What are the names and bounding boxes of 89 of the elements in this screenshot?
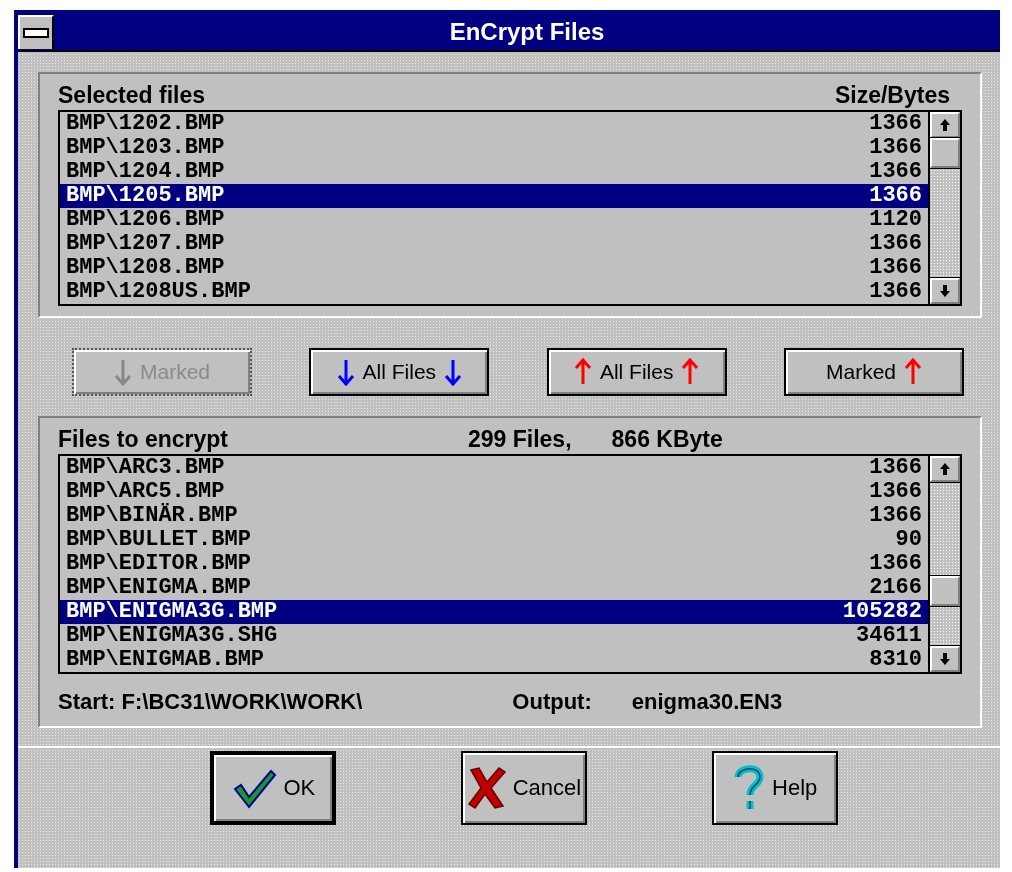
- file-name: BMP\1208.BMP: [66, 256, 225, 280]
- file-size: 1366: [869, 232, 922, 256]
- cancel-button[interactable]: Cancel: [461, 751, 587, 825]
- file-name: BMP\1208US.BMP: [66, 280, 251, 304]
- up-arrow-icon: [904, 358, 922, 386]
- file-size: 34611: [856, 624, 922, 648]
- scroll-up-button[interactable]: [930, 456, 960, 482]
- file-name: BMP\EDITOR.BMP: [66, 552, 251, 576]
- scrollbar[interactable]: [928, 112, 960, 304]
- file-size: 8310: [869, 648, 922, 672]
- window-title: EnCrypt Files: [448, 18, 606, 46]
- file-name: BMP\1207.BMP: [66, 232, 225, 256]
- scroll-down-button[interactable]: [930, 278, 960, 304]
- down-arrow-icon: [940, 653, 950, 665]
- file-name: BMP\ARC3.BMP: [66, 456, 225, 480]
- file-row[interactable]: BMP\1205.BMP 1366: [60, 184, 928, 208]
- file-size: 1366: [869, 504, 922, 528]
- file-row[interactable]: BMP\ARC3.BMP 1366: [60, 456, 928, 480]
- file-name: BMP\1204.BMP: [66, 160, 225, 184]
- scroll-thumb[interactable]: [930, 138, 960, 168]
- transfer-button[interactable]: All Files: [546, 348, 727, 396]
- list-heading: Selected files: [58, 81, 206, 109]
- column-heading: Size/Bytes: [834, 81, 950, 109]
- file-size: 1366: [869, 280, 922, 304]
- file-row[interactable]: BMP\1208US.BMP 1366: [60, 280, 928, 304]
- up-arrow-icon: [573, 358, 592, 386]
- file-row[interactable]: BMP\BULLET.BMP 90: [60, 528, 928, 552]
- file-name: BMP\1206.BMP: [66, 208, 225, 232]
- file-size: 1366: [869, 456, 922, 480]
- file-row[interactable]: BMP\ENIGMAB.BMP 8310: [60, 648, 928, 672]
- down-arrow-icon: [444, 358, 463, 386]
- file-size: 1366: [869, 160, 922, 184]
- file-size: 1120: [869, 208, 922, 232]
- file-size: 1366: [869, 480, 922, 504]
- file-size: 105282: [842, 600, 922, 624]
- file-size: 90: [895, 528, 922, 552]
- file-row[interactable]: BMP\ARC5.BMP 1366: [60, 480, 928, 504]
- file-name: BMP\1205.BMP: [66, 184, 225, 208]
- file-row[interactable]: BMP\1208.BMP 1366: [60, 256, 928, 280]
- up-arrow-icon: [940, 463, 950, 475]
- system-menu-button[interactable]: [18, 15, 54, 49]
- file-size: 1366: [869, 552, 922, 576]
- up-arrow-icon: [681, 358, 700, 386]
- file-list[interactable]: BMP\ARC3.BMP 1366 BMP\ARC5.BMP 1366 BMP\BINÄR.BMP 1366 BMP\BULLET.BMP 90 BMP\EDITOR.BMP 1366 BMP\ENIGMA.BMP 2166 BMP\ENIGMA3G.BMP 105282 BMP\ENIGMA3G.SHG 34611 BMP\ENIGMAB.BMP 8310: [58, 454, 962, 674]
- file-name: BMP\BULLET.BMP: [66, 528, 251, 552]
- file-row[interactable]: BMP\BINÄR.BMP 1366: [60, 504, 928, 528]
- transfer-button[interactable]: Marked: [784, 348, 964, 396]
- file-size: 2166: [869, 576, 922, 600]
- scroll-up-button[interactable]: [930, 112, 960, 138]
- down-arrow-icon: [336, 358, 355, 386]
- scrollbar[interactable]: [928, 456, 960, 672]
- output-filename: enigma30.EN3: [631, 689, 783, 715]
- file-row[interactable]: BMP\1203.BMP 1366: [60, 136, 928, 160]
- start-path: Start: F:\BC31\WORK\WORK\: [58, 689, 363, 715]
- up-arrow-icon: [940, 119, 950, 131]
- file-name: BMP\ENIGMA.BMP: [66, 576, 251, 600]
- file-size: 1366: [869, 136, 922, 160]
- total-size: 866 KByte: [611, 425, 723, 453]
- file-name: BMP\ARC5.BMP: [66, 480, 225, 504]
- down-arrow-icon: [114, 358, 132, 386]
- file-size: 1366: [869, 112, 922, 136]
- file-row[interactable]: BMP\ENIGMA3G.BMP 105282: [60, 600, 928, 624]
- ok-button[interactable]: OK: [210, 751, 337, 825]
- file-size: 1366: [869, 184, 922, 208]
- scroll-down-button[interactable]: [930, 646, 960, 672]
- file-row[interactable]: BMP\1207.BMP 1366: [60, 232, 928, 256]
- file-row[interactable]: BMP\ENIGMA3G.SHG 34611: [60, 624, 928, 648]
- file-row[interactable]: BMP\1204.BMP 1366: [60, 160, 928, 184]
- file-name: BMP\ENIGMA3G.SHG: [66, 624, 278, 648]
- output-label: Output:: [512, 689, 592, 715]
- file-row[interactable]: BMP\ENIGMA.BMP 2166: [60, 576, 928, 600]
- scroll-thumb[interactable]: [930, 576, 960, 606]
- down-arrow-icon: [940, 285, 950, 297]
- file-name: BMP\BINÄR.BMP: [66, 504, 238, 528]
- help-button[interactable]: Help: [711, 751, 838, 825]
- cross-icon: [466, 766, 507, 810]
- file-list[interactable]: BMP\1202.BMP 1366 BMP\1203.BMP 1366 BMP\1204.BMP 1366 BMP\1205.BMP 1366 BMP\1206.BMP 1120 BMP\1207.BMP 1366 BMP\1208.BMP 1366 BMP\1208US.BMP 1366: [58, 110, 962, 306]
- file-row[interactable]: BMP\1206.BMP 1120: [60, 208, 928, 232]
- list-heading: Files to encrypt: [58, 425, 228, 453]
- file-name: BMP\1203.BMP: [66, 136, 225, 160]
- file-size: 1366: [869, 256, 922, 280]
- file-name: BMP\ENIGMAB.BMP: [66, 648, 265, 672]
- file-name: BMP\1202.BMP: [66, 112, 225, 136]
- file-name: BMP\ENIGMA3G.BMP: [66, 600, 278, 624]
- transfer-button[interactable]: All Files: [309, 348, 490, 396]
- file-row[interactable]: BMP\EDITOR.BMP 1366: [60, 552, 928, 576]
- checkmark-icon: [231, 767, 278, 809]
- file-count: 299 Files,: [468, 425, 572, 453]
- file-row[interactable]: BMP\1202.BMP 1366: [60, 112, 928, 136]
